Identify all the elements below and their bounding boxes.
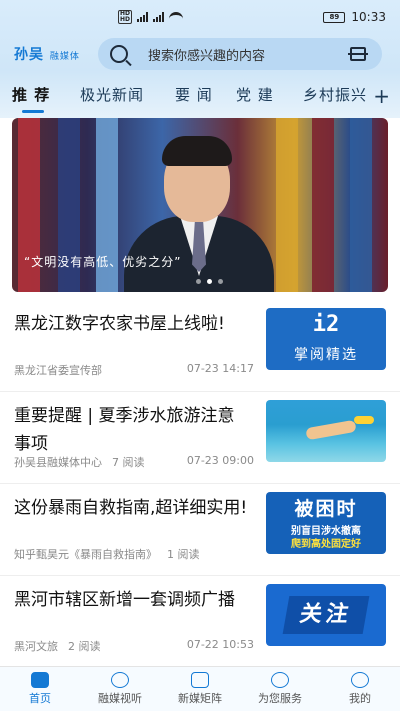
hd-icon: HD HD [118,10,133,24]
clock: 10:33 [351,10,386,24]
nav-matrix[interactable]: 新媒矩阵 [160,667,240,711]
news-title: 黑河市辖区新增一套调频广播 [14,590,235,610]
search-placeholder: 搜索你感兴趣的内容 [148,48,266,64]
bottom-nav: 首页 融媒视听 新媒矩阵 为您服务 我的 [0,666,400,711]
banner-caption: “文明没有高低、优劣之分” [24,255,182,269]
tab-headlines[interactable]: 要 闻 [175,84,213,105]
user-icon [351,672,369,688]
news-item[interactable]: 这份暴雨自救指南,超详细实用! 知乎甄昊元《暴雨自救指南》 1 阅读 被困时 别… [0,484,400,576]
news-thumbnail: 被困时 别盲目涉水撤离 爬到高处固定好 [266,492,386,554]
news-reads: 1 阅读 [167,548,200,561]
nav-service[interactable]: 为您服务 [240,667,320,711]
news-source: 知乎甄昊元《暴雨自救指南》 [14,548,157,561]
thumb-title: 关注 [282,596,370,634]
chat-icon [271,672,289,688]
status-bar: HD HD 89 10:33 [0,0,400,34]
tab-party[interactable]: 党 建 [236,84,274,105]
news-thumbnail: 关注 [266,584,386,646]
signal-icon [137,12,149,22]
thumb-text: 掌阅精选 [294,347,358,363]
logo-text: 孙吴 [14,47,44,63]
news-time: 07-23 09:00 [186,454,254,467]
signal-group: HD HD [118,10,184,24]
wifi-icon [169,12,184,22]
tab-recommend[interactable]: 推 荐 [12,84,50,105]
search-bar[interactable]: 搜索你感兴趣的内容 [98,38,382,70]
news-title: 重要提醒 | 夏季涉水旅游注意事项 [14,406,235,454]
news-time: 07-22 10:53 [186,638,254,651]
add-tab-icon[interactable]: + [373,86,390,106]
nav-label: 融媒视听 [98,692,142,705]
thumb-line: 爬到高处固定好 [291,539,361,550]
category-tabs: 推 荐 极光新闻 要 闻 党 建 乡村振兴 [0,82,400,113]
nav-label: 为您服务 [258,692,302,705]
active-tab-indicator [22,110,44,113]
scan-icon[interactable] [348,47,368,61]
news-title: 这份暴雨自救指南,超详细实用! [14,498,248,518]
news-thumbnail [266,400,386,462]
app-logo: 孙吴 融媒体 [14,44,80,64]
news-item[interactable]: 黑河市辖区新增一套调频广播 黑河文旅 2 阅读 07-22 10:53 关注 [0,576,400,668]
news-item[interactable]: 黑龙江数字农家书屋上线啦! 黑龙江省委宣传部 07-23 14:17 i2 掌阅… [0,300,400,392]
home-icon [31,672,49,688]
news-source: 孙吴县融媒体中心 [14,456,102,469]
cup-icon [191,672,209,688]
hero-banner[interactable]: “文明没有高低、优劣之分” [12,118,388,292]
tab-aurora-news[interactable]: 极光新闻 [80,84,144,105]
news-reads: 7 阅读 [112,456,145,469]
news-time: 07-23 14:17 [186,362,254,375]
news-reads: 2 阅读 [68,640,101,653]
thumb-title: 被困时 [294,498,358,520]
news-source: 黑河文旅 [14,640,58,653]
play-icon [111,672,129,688]
diver-image [305,419,357,441]
nav-home[interactable]: 首页 [0,667,80,711]
tab-rural[interactable]: 乡村振兴 [303,84,367,105]
nav-label: 新媒矩阵 [178,692,222,705]
nav-label: 首页 [29,692,51,705]
carousel-dots [196,279,223,284]
flag-decoration [276,118,298,292]
battery-icon: 89 [323,11,346,23]
flag-decoration [312,118,334,292]
signal-icon-2 [153,12,165,22]
search-icon [110,45,128,63]
thumb-logo: i2 [312,312,340,337]
news-title: 黑龙江数字农家书屋上线啦! [14,314,225,334]
news-source: 黑龙江省委宣传部 [14,364,102,377]
snorkel-image [354,416,374,424]
news-item[interactable]: 重要提醒 | 夏季涉水旅游注意事项 孙吴县融媒体中心 7 阅读 07-23 09… [0,392,400,484]
nav-mine[interactable]: 我的 [320,667,400,711]
flag-decoration [350,118,372,292]
news-thumbnail: i2 掌阅精选 [266,308,386,370]
nav-label: 我的 [349,692,371,705]
logo-subtext: 融媒体 [49,52,80,62]
nav-media[interactable]: 融媒视听 [80,667,160,711]
